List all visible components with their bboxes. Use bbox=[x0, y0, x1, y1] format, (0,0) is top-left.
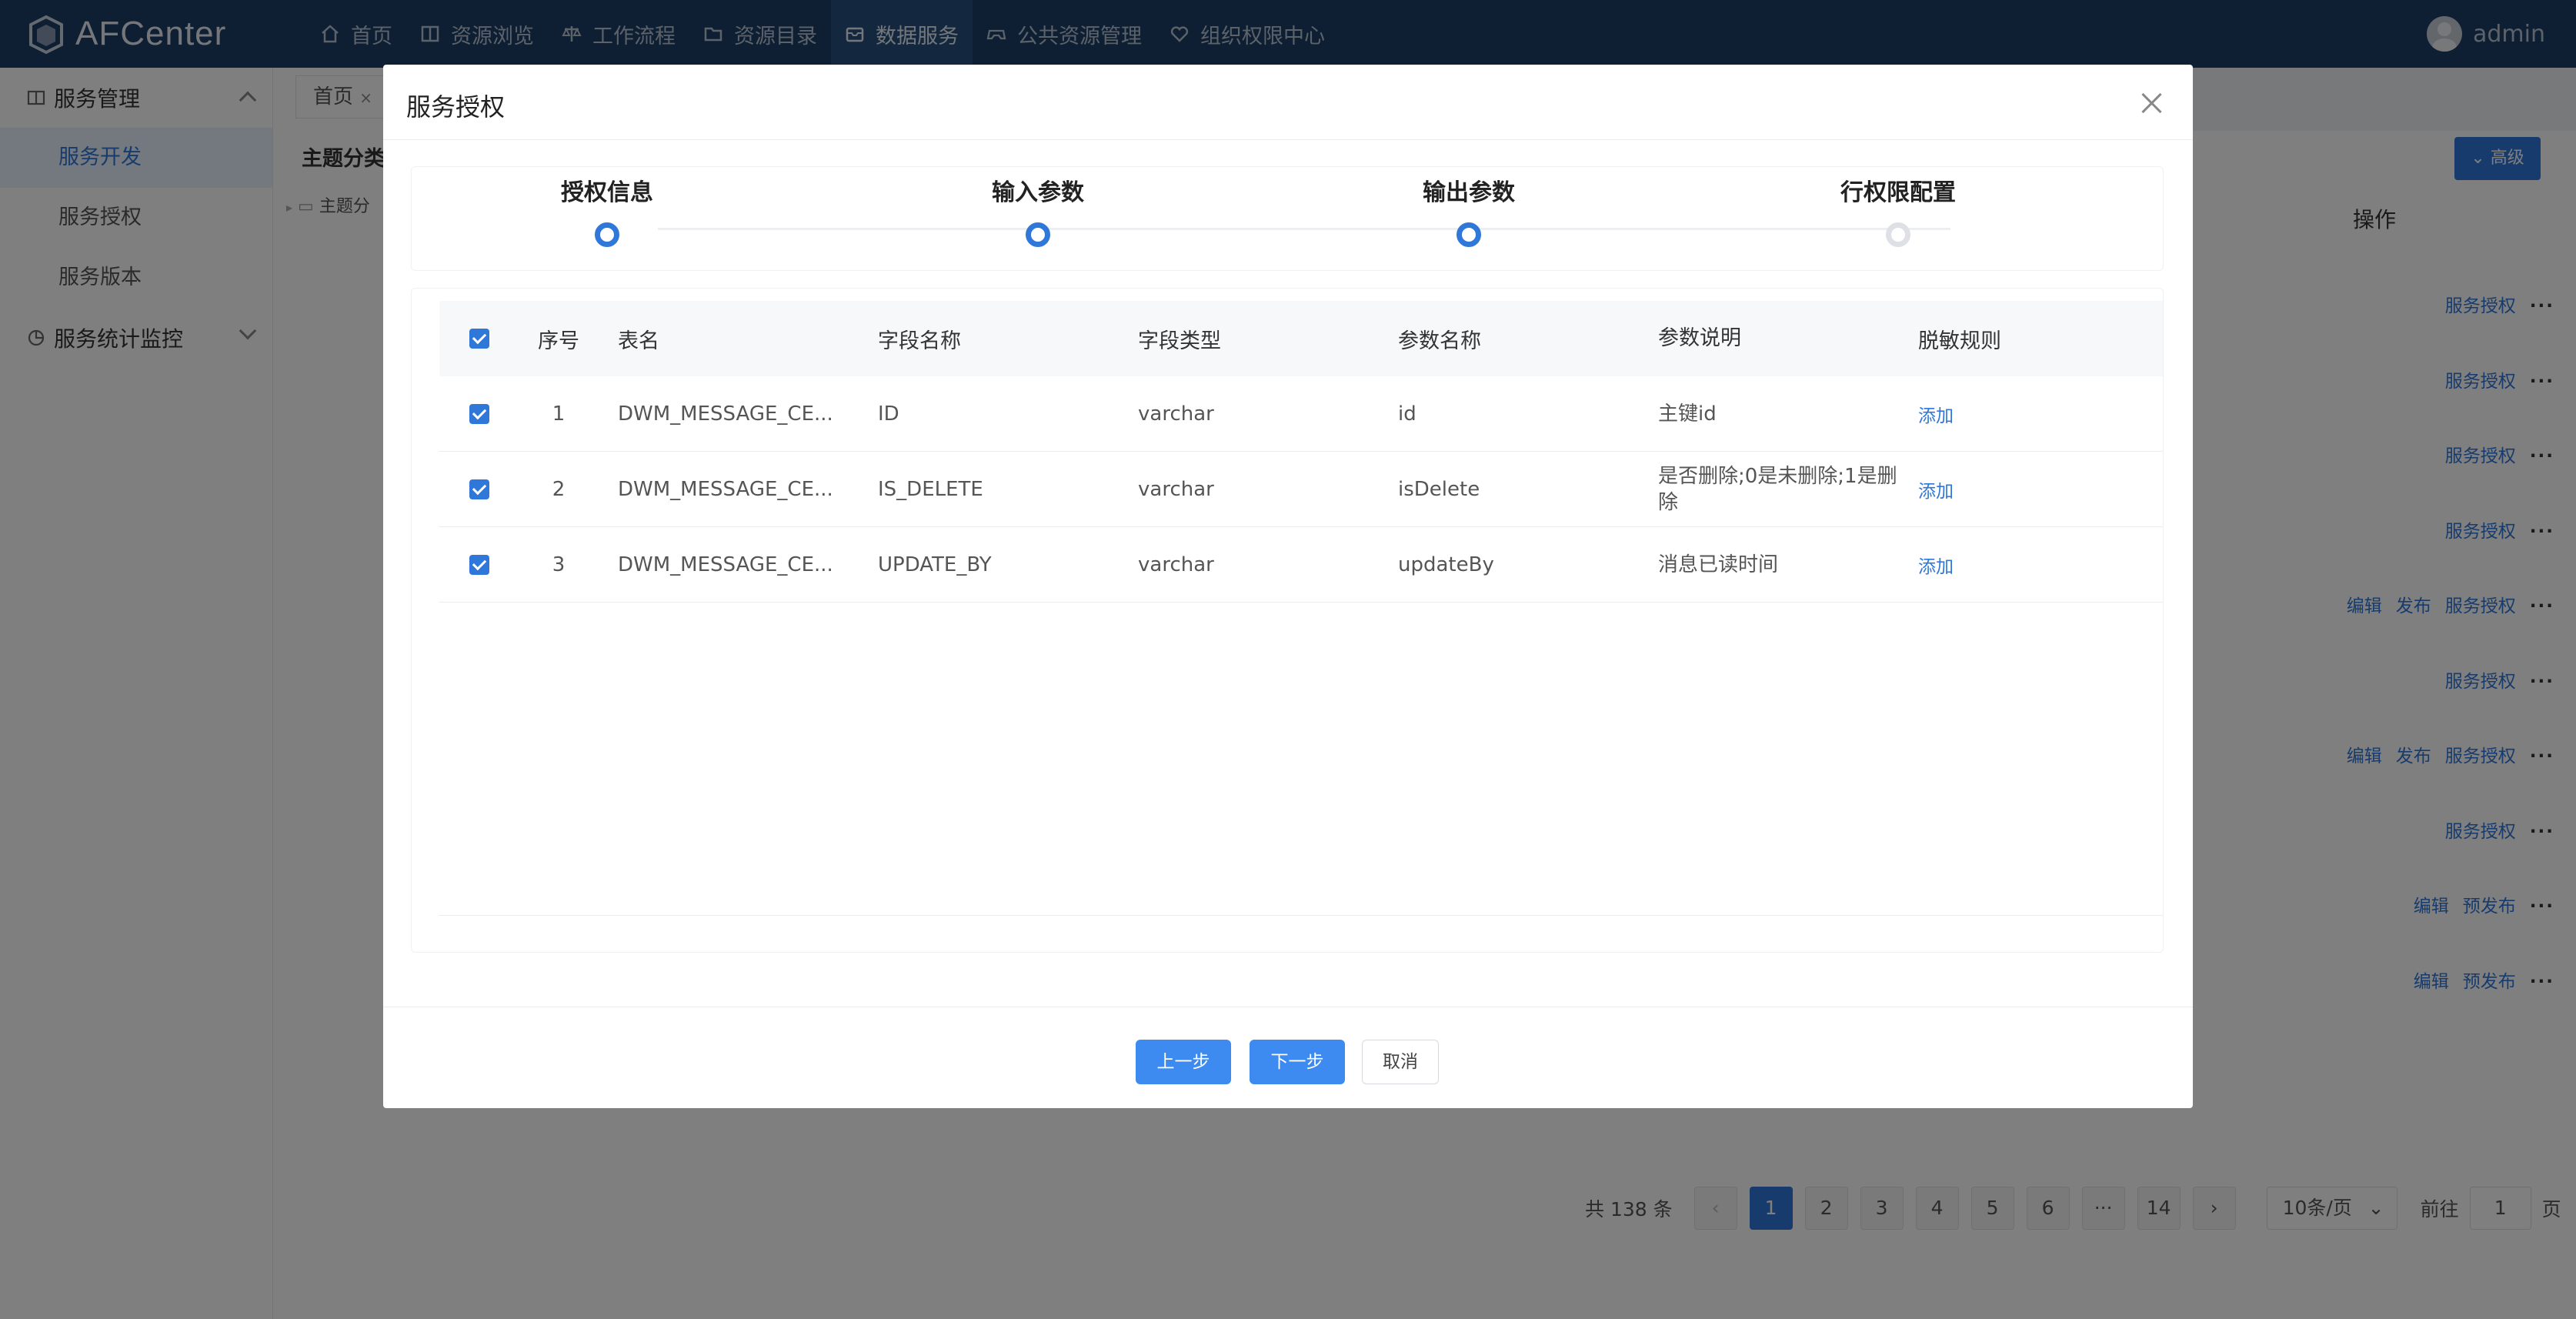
step-auth-info[interactable]: 授权信息 bbox=[492, 167, 722, 247]
cell-table-name: DWM_MESSAGE_CE... bbox=[618, 402, 833, 426]
dialog-header: 服务授权 bbox=[383, 65, 2193, 140]
step-label: 输入参数 bbox=[992, 179, 1084, 206]
table-header-row: 序号 表名 字段名称 字段类型 参数名称 参数说明 脱敏规则 bbox=[439, 301, 2163, 376]
column-header: 字段类型 bbox=[1138, 329, 1221, 353]
cell-field-type: varchar bbox=[1138, 477, 1214, 501]
cell-param-name: updateBy bbox=[1398, 553, 1494, 576]
table-bottom-border bbox=[439, 915, 2163, 916]
add-rule-link[interactable]: 添加 bbox=[1918, 557, 1954, 577]
prev-step-button[interactable]: 上一步 bbox=[1136, 1040, 1231, 1084]
cell-param-desc: 主键id bbox=[1658, 402, 1717, 426]
cell-table-name: DWM_MESSAGE_CE... bbox=[618, 553, 833, 576]
cancel-button[interactable]: 取消 bbox=[1362, 1040, 1439, 1084]
column-header: 参数名称 bbox=[1398, 329, 1481, 353]
table-row: 3 DWM_MESSAGE_CE... UPDATE_BY varchar up… bbox=[439, 527, 2163, 603]
column-header: 字段名称 bbox=[878, 329, 961, 353]
steps-connector bbox=[658, 228, 1950, 230]
step-output-params[interactable]: 输出参数 bbox=[1353, 167, 1584, 247]
step-input-params[interactable]: 输入参数 bbox=[923, 167, 1153, 247]
steps: 授权信息 输入参数 输出参数 行权限配置 bbox=[411, 166, 2164, 271]
select-all-checkbox[interactable] bbox=[469, 329, 489, 349]
close-icon[interactable] bbox=[2141, 92, 2162, 114]
step-dot bbox=[595, 222, 619, 247]
step-dot bbox=[1457, 222, 1481, 247]
column-header: 参数说明 bbox=[1658, 326, 1741, 350]
step-dot bbox=[1026, 222, 1050, 247]
output-params-table-container: 序号 表名 字段名称 字段类型 参数名称 参数说明 脱敏规则 1 DWM_MES… bbox=[411, 288, 2164, 953]
cell-table-name: DWM_MESSAGE_CE... bbox=[618, 477, 833, 501]
column-header: 序号 bbox=[538, 329, 579, 353]
row-checkbox[interactable] bbox=[469, 403, 489, 424]
cell-seq: 2 bbox=[552, 477, 566, 501]
cell-seq: 3 bbox=[552, 553, 566, 576]
cell-param-name: isDelete bbox=[1398, 477, 1480, 501]
cell-param-name: id bbox=[1398, 402, 1416, 426]
service-auth-dialog: 服务授权 授权信息 输入参数 输出参数 行权限配置 序号 表名 字段名称 字段类… bbox=[383, 65, 2193, 1108]
column-header: 脱敏规则 bbox=[1918, 329, 2001, 353]
cell-seq: 1 bbox=[552, 402, 566, 426]
cell-param-desc: 是否删除;0是未删除;1是删除 bbox=[1658, 464, 1897, 514]
next-step-button[interactable]: 下一步 bbox=[1250, 1040, 1345, 1084]
cell-field-name: UPDATE_BY bbox=[878, 553, 992, 576]
cell-field-name: IS_DELETE bbox=[878, 477, 983, 501]
row-checkbox[interactable] bbox=[469, 479, 489, 499]
cell-field-type: varchar bbox=[1138, 402, 1214, 426]
table-row: 2 DWM_MESSAGE_CE... IS_DELETE varchar is… bbox=[439, 452, 2163, 527]
output-params-table: 序号 表名 字段名称 字段类型 参数名称 参数说明 脱敏规则 1 DWM_MES… bbox=[439, 301, 2163, 603]
step-row-permission[interactable]: 行权限配置 bbox=[1783, 167, 2014, 247]
cell-param-desc: 消息已读时间 bbox=[1658, 553, 1779, 576]
table-row: 1 DWM_MESSAGE_CE... ID varchar id 主键id 添… bbox=[439, 376, 2163, 452]
dialog-footer: 上一步 下一步 取消 bbox=[383, 1007, 2193, 1108]
cell-field-name: ID bbox=[878, 402, 899, 426]
cell-field-type: varchar bbox=[1138, 553, 1214, 576]
step-label: 授权信息 bbox=[561, 179, 653, 206]
step-label: 行权限配置 bbox=[1840, 179, 1956, 206]
column-header: 表名 bbox=[618, 329, 659, 353]
dialog-title: 服务授权 bbox=[406, 92, 506, 122]
add-rule-link[interactable]: 添加 bbox=[1918, 482, 1954, 502]
add-rule-link[interactable]: 添加 bbox=[1918, 406, 1954, 426]
row-checkbox[interactable] bbox=[469, 554, 489, 575]
step-dot bbox=[1886, 222, 1910, 247]
step-label: 输出参数 bbox=[1423, 179, 1515, 206]
